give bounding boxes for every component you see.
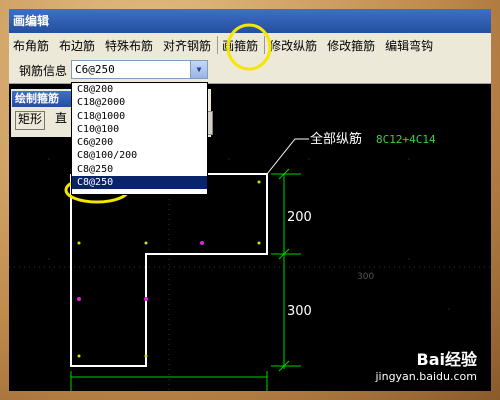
rebar-info-dropdown: C8@200 C18@2000 C18@1000 C10@100 C6@200 … — [71, 82, 208, 195]
rebar-dot — [77, 241, 81, 245]
side-dim-label: 300 — [357, 272, 374, 282]
annotation-value: 8C12+4C14 — [376, 133, 436, 146]
dropdown-option[interactable]: C6@200 — [72, 136, 207, 149]
rebar-dot — [77, 354, 81, 358]
dropdown-option[interactable]: C8@100/200 — [72, 149, 207, 162]
dropdown-option[interactable]: C18@2000 — [72, 96, 207, 109]
watermark: Bai经验 jingyan.baidu.com — [375, 346, 477, 383]
dropdown-option-selected[interactable]: C8@250 — [72, 176, 207, 190]
rebar-dot — [77, 297, 81, 301]
rebar-dot — [257, 241, 261, 245]
rebar-dot — [144, 241, 148, 245]
watermark-url: jingyan.baidu.com — [375, 370, 477, 383]
dim-200-label: 200 — [287, 210, 312, 225]
drawing-canvas[interactable]: 全部纵筋 8C12+4C14 200 300 300 — [9, 9, 491, 391]
dropdown-option[interactable]: C8@200 — [72, 83, 207, 96]
editor-window: 画编辑 布角筋 布边筋 特殊布筋 对齐钢筋 画箍筋 修改纵筋 修改箍筋 编辑弯钩… — [9, 9, 491, 391]
dim-300-label: 300 — [287, 304, 312, 319]
baidu-logo: Bai经验 — [416, 350, 477, 369]
leader-line — [266, 138, 309, 175]
highlight-circle-menu — [226, 23, 272, 71]
rebar-dot — [144, 297, 148, 301]
dropdown-option[interactable]: C10@100 — [72, 123, 207, 136]
dropdown-option[interactable]: C8@250 — [72, 163, 207, 176]
rebar-dot — [144, 354, 148, 358]
rebar-dot — [200, 241, 204, 245]
rebar-dot — [257, 180, 261, 184]
dropdown-option[interactable]: C18@1000 — [72, 110, 207, 123]
annotation-label: 全部纵筋 — [310, 131, 362, 147]
